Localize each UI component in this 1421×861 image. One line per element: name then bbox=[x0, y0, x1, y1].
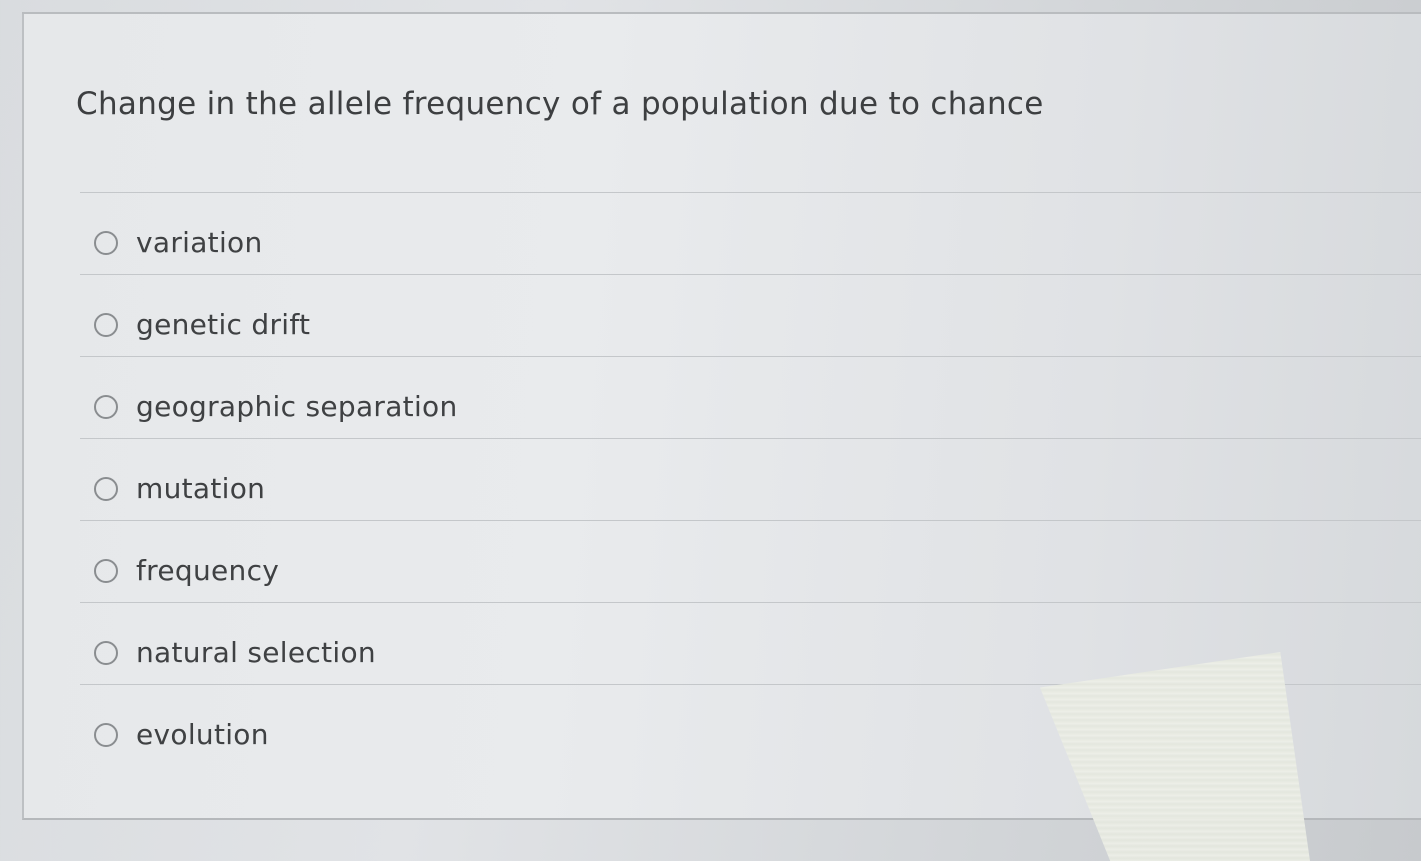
answer-option-geographic-separation[interactable]: geographic separation bbox=[80, 357, 1421, 439]
answer-option-mutation[interactable]: mutation bbox=[80, 439, 1421, 521]
option-label: frequency bbox=[136, 554, 280, 587]
option-label: mutation bbox=[136, 472, 266, 505]
screen-glare bbox=[1040, 652, 1310, 861]
option-label: genetic drift bbox=[136, 308, 311, 341]
radio-button-icon[interactable] bbox=[94, 395, 118, 419]
radio-button-icon[interactable] bbox=[94, 641, 118, 665]
option-label: natural selection bbox=[136, 636, 376, 669]
radio-button-icon[interactable] bbox=[94, 313, 118, 337]
option-label: evolution bbox=[136, 718, 269, 751]
answer-option-variation[interactable]: variation bbox=[80, 193, 1421, 275]
radio-button-icon[interactable] bbox=[94, 723, 118, 747]
question-prompt: Change in the allele frequency of a popu… bbox=[76, 86, 1044, 122]
answer-option-frequency[interactable]: frequency bbox=[80, 521, 1421, 603]
radio-button-icon[interactable] bbox=[94, 559, 118, 583]
option-label: variation bbox=[136, 226, 263, 259]
radio-button-icon[interactable] bbox=[94, 477, 118, 501]
option-label: geographic separation bbox=[136, 390, 458, 423]
answer-option-genetic-drift[interactable]: genetic drift bbox=[80, 275, 1421, 357]
radio-button-icon[interactable] bbox=[94, 231, 118, 255]
